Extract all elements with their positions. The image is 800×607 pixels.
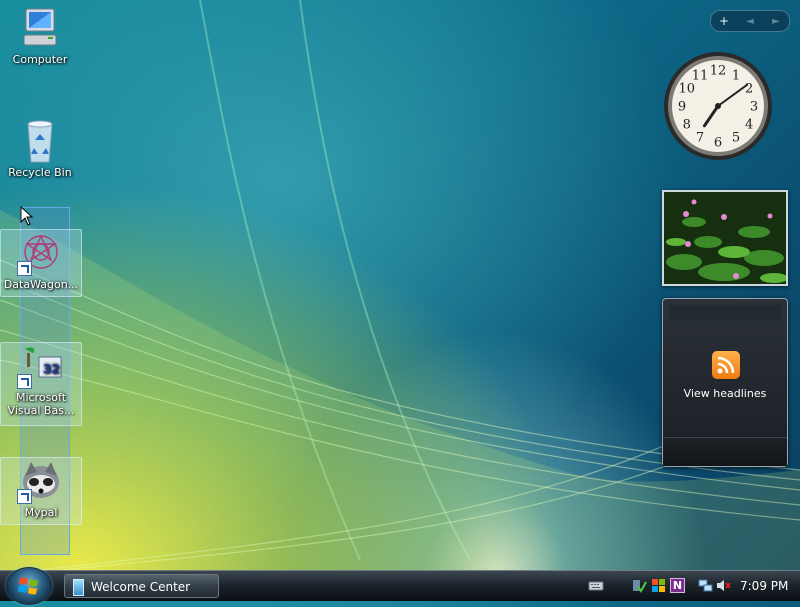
mypal-icon: [17, 458, 65, 504]
mouse-cursor-icon: [20, 206, 34, 226]
volume-muted-icon[interactable]: [716, 578, 731, 593]
onenote-icon[interactable]: N: [670, 578, 685, 593]
feed-bottom-strip: [663, 437, 787, 466]
taskbar-clock[interactable]: 7:09 PM: [740, 571, 788, 601]
svg-text:32: 32: [43, 362, 60, 376]
datawagon-icon: [17, 230, 65, 276]
desktop-icon-recycle-bin[interactable]: Recycle Bin: [0, 118, 80, 179]
clock-numeral: 11: [692, 68, 709, 83]
taskbar-button-label: Welcome Center: [91, 580, 191, 594]
windows-defender-icon[interactable]: [632, 578, 647, 593]
clock-numeral: 2: [745, 82, 753, 97]
clock-numeral: 10: [679, 82, 696, 97]
desktop-icon-mypal[interactable]: Mypal: [0, 457, 82, 525]
welcome-center-icon: [73, 579, 84, 596]
desktop-icon-label: Microsoft Visual Bas...: [7, 391, 75, 417]
security-center-icon[interactable]: [651, 578, 666, 593]
desktop-icon-label: Computer: [12, 53, 68, 66]
next-page-button[interactable]: ►: [766, 16, 786, 27]
rss-icon: [712, 351, 740, 379]
taskbar: Welcome Center N 7:09 PM: [0, 567, 800, 605]
clock-numeral: 6: [714, 136, 722, 151]
clock-numeral: 12: [710, 64, 727, 79]
desktop-icon-label: DataWagon...: [3, 278, 79, 291]
desktop-icon-visual-basic[interactable]: 32 Microsoft Visual Bas...: [0, 342, 82, 426]
shortcut-arrow-icon: [17, 489, 32, 504]
shortcut-arrow-icon: [17, 374, 32, 389]
network-icon[interactable]: [698, 578, 713, 593]
add-gadget-button[interactable]: +: [714, 14, 734, 28]
shortcut-arrow-icon: [17, 261, 32, 276]
clock-numeral: 9: [678, 100, 686, 115]
view-headlines-label[interactable]: View headlines: [663, 387, 787, 400]
feed-top-strip: [669, 305, 781, 321]
start-button[interactable]: [6, 567, 52, 605]
recycle-bin-icon: [16, 118, 64, 164]
previous-page-button[interactable]: ◄: [740, 16, 760, 27]
feed-headlines-gadget[interactable]: View headlines: [662, 298, 788, 467]
desktop-icon-label: Recycle Bin: [8, 166, 72, 179]
keyboard-icon[interactable]: [588, 578, 604, 593]
windows-logo-icon: [18, 577, 38, 595]
clock-numeral: 8: [683, 118, 691, 133]
clock-numeral: 4: [745, 118, 753, 133]
clock-gadget[interactable]: 1234567891011 12: [662, 50, 774, 162]
clock-numeral: 1: [732, 68, 740, 83]
slideshow-photo: [664, 192, 786, 284]
clock-numeral: 5: [732, 131, 740, 146]
taskbar-button-welcome-center[interactable]: Welcome Center: [64, 574, 219, 598]
desktop-icon-datawagon[interactable]: DataWagon...: [0, 229, 82, 297]
slideshow-gadget[interactable]: [662, 190, 788, 286]
sidebar-gadget-toolbar: + ◄ ►: [710, 10, 790, 32]
visual-basic-icon: 32: [17, 343, 65, 389]
computer-icon: [16, 5, 64, 51]
clock-numeral: 7: [696, 131, 704, 146]
clock-numeral: 3: [750, 100, 758, 115]
desktop-icon-computer[interactable]: Computer: [0, 5, 80, 66]
desktop-icon-label: Mypal: [24, 506, 58, 519]
